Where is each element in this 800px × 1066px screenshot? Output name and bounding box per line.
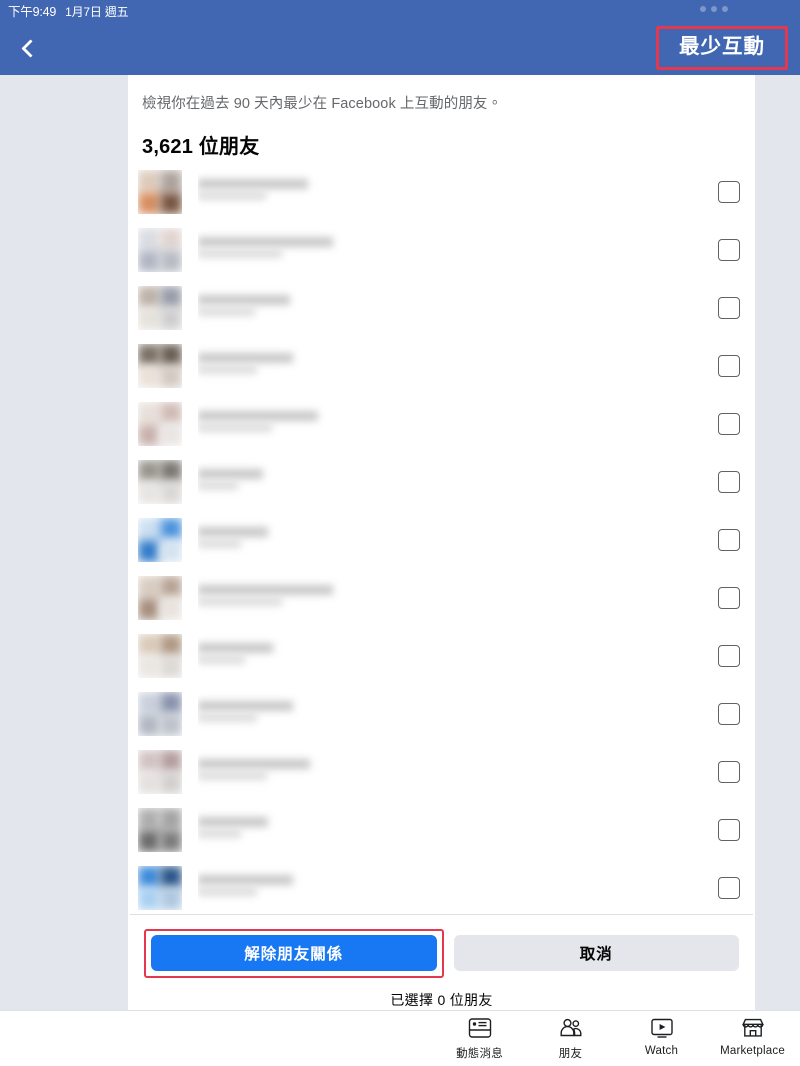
tab-label: Marketplace xyxy=(720,1045,785,1057)
avatar xyxy=(138,576,182,620)
friend-row[interactable] xyxy=(128,453,755,511)
tab-list: 動態消息 朋友 Watch Marketplace xyxy=(434,1016,798,1061)
tab-marketplace-storefront[interactable]: Marketplace xyxy=(707,1016,798,1057)
friend-name xyxy=(198,286,755,330)
avatar xyxy=(138,750,182,794)
friend-count-heading: 3,621 位朋友 xyxy=(142,136,260,158)
dot xyxy=(711,6,717,12)
avatar xyxy=(138,460,182,504)
tab-friends[interactable]: 朋友 xyxy=(525,1016,616,1061)
friend-name xyxy=(198,634,755,678)
news-feed-icon xyxy=(467,1016,493,1040)
friend-name xyxy=(198,866,755,910)
app-header: 最少互動 xyxy=(0,20,800,75)
back-button[interactable] xyxy=(10,30,46,66)
avatar xyxy=(138,634,182,678)
action-bar: 解除朋友關係 取消 xyxy=(128,915,755,978)
friend-select-checkbox[interactable] xyxy=(718,645,740,667)
friend-name xyxy=(198,808,755,852)
tab-label: Watch xyxy=(644,1045,679,1057)
dot xyxy=(700,6,706,12)
three-dots-icon[interactable] xyxy=(700,6,728,12)
friend-row[interactable] xyxy=(128,859,755,914)
avatar xyxy=(138,866,182,910)
cancel-button[interactable]: 取消 xyxy=(453,935,739,971)
friend-select-checkbox[interactable] xyxy=(718,413,740,435)
friend-row[interactable] xyxy=(128,511,755,569)
status-date: 1月7日 週五 xyxy=(65,4,129,19)
friend-select-checkbox[interactable] xyxy=(718,761,740,783)
friend-select-checkbox[interactable] xyxy=(718,355,740,377)
friend-select-checkbox[interactable] xyxy=(718,239,740,261)
avatar xyxy=(138,402,182,446)
marketplace-storefront-icon xyxy=(740,1016,766,1040)
left-rail xyxy=(0,75,128,1010)
unfriend-button[interactable]: 解除朋友關係 xyxy=(151,935,437,971)
friend-row[interactable] xyxy=(128,279,755,337)
page-title: 最少互動 xyxy=(679,35,765,58)
friend-name xyxy=(198,228,755,272)
friend-select-checkbox[interactable] xyxy=(718,819,740,841)
friend-name xyxy=(198,170,755,214)
friend-name xyxy=(198,344,755,388)
avatar xyxy=(138,518,182,562)
friend-list xyxy=(128,161,755,914)
avatar xyxy=(138,286,182,330)
friend-select-checkbox[interactable] xyxy=(718,529,740,551)
friend-name xyxy=(198,576,755,620)
friend-select-checkbox[interactable] xyxy=(718,587,740,609)
dot xyxy=(722,6,728,12)
friend-name xyxy=(198,460,755,504)
avatar xyxy=(138,228,182,272)
avatar xyxy=(138,808,182,852)
friend-row[interactable] xyxy=(128,221,755,279)
tab-watch-play[interactable]: Watch xyxy=(616,1016,707,1057)
friend-row[interactable] xyxy=(128,685,755,743)
right-rail xyxy=(755,75,800,1010)
tab-news-feed[interactable]: 動態消息 xyxy=(434,1016,525,1061)
friend-row[interactable] xyxy=(128,801,755,859)
content-panel: 檢視你在過去 90 天內最少在 Facebook 上互動的朋友。 3,621 位… xyxy=(128,75,755,1010)
friend-select-checkbox[interactable] xyxy=(718,703,740,725)
friends-icon xyxy=(558,1016,584,1040)
page-description: 檢視你在過去 90 天內最少在 Facebook 上互動的朋友。 xyxy=(142,96,503,112)
friend-select-checkbox[interactable] xyxy=(718,471,740,493)
friend-row[interactable] xyxy=(128,627,755,685)
watch-play-icon xyxy=(649,1016,675,1040)
friend-row[interactable] xyxy=(128,743,755,801)
friend-select-checkbox[interactable] xyxy=(718,297,740,319)
friend-name xyxy=(198,750,755,794)
bottom-tab-bar: 動態消息 朋友 Watch Marketplace xyxy=(0,1010,800,1066)
status-time: 下午9:49 xyxy=(8,4,57,19)
friend-row[interactable] xyxy=(128,569,755,627)
friend-name xyxy=(198,692,755,736)
facebook-app-screen: 下午9:49 1月7日 週五 最少互動 檢視你在過去 90 天內最少在 Face… xyxy=(0,0,800,1066)
avatar xyxy=(138,344,182,388)
friend-select-checkbox[interactable] xyxy=(718,877,740,899)
tab-label: 朋友 xyxy=(558,1048,583,1060)
friend-name xyxy=(198,518,755,562)
friend-select-checkbox[interactable] xyxy=(718,181,740,203)
selected-count-note: 已選擇 0 位朋友 xyxy=(390,992,493,1008)
friend-name xyxy=(198,402,755,446)
avatar xyxy=(138,170,182,214)
avatar xyxy=(138,692,182,736)
unfriend-button-highlight: 解除朋友關係 xyxy=(144,929,444,978)
friend-row[interactable] xyxy=(128,163,755,221)
friend-row[interactable] xyxy=(128,395,755,453)
status-bar-left: 下午9:49 1月7日 週五 xyxy=(8,1,129,20)
chevron-left-icon xyxy=(21,38,40,58)
friend-row[interactable] xyxy=(128,337,755,395)
status-bar: 下午9:49 1月7日 週五 xyxy=(0,0,800,20)
page-title-highlight: 最少互動 xyxy=(656,26,788,70)
tab-label: 動態消息 xyxy=(456,1048,503,1060)
